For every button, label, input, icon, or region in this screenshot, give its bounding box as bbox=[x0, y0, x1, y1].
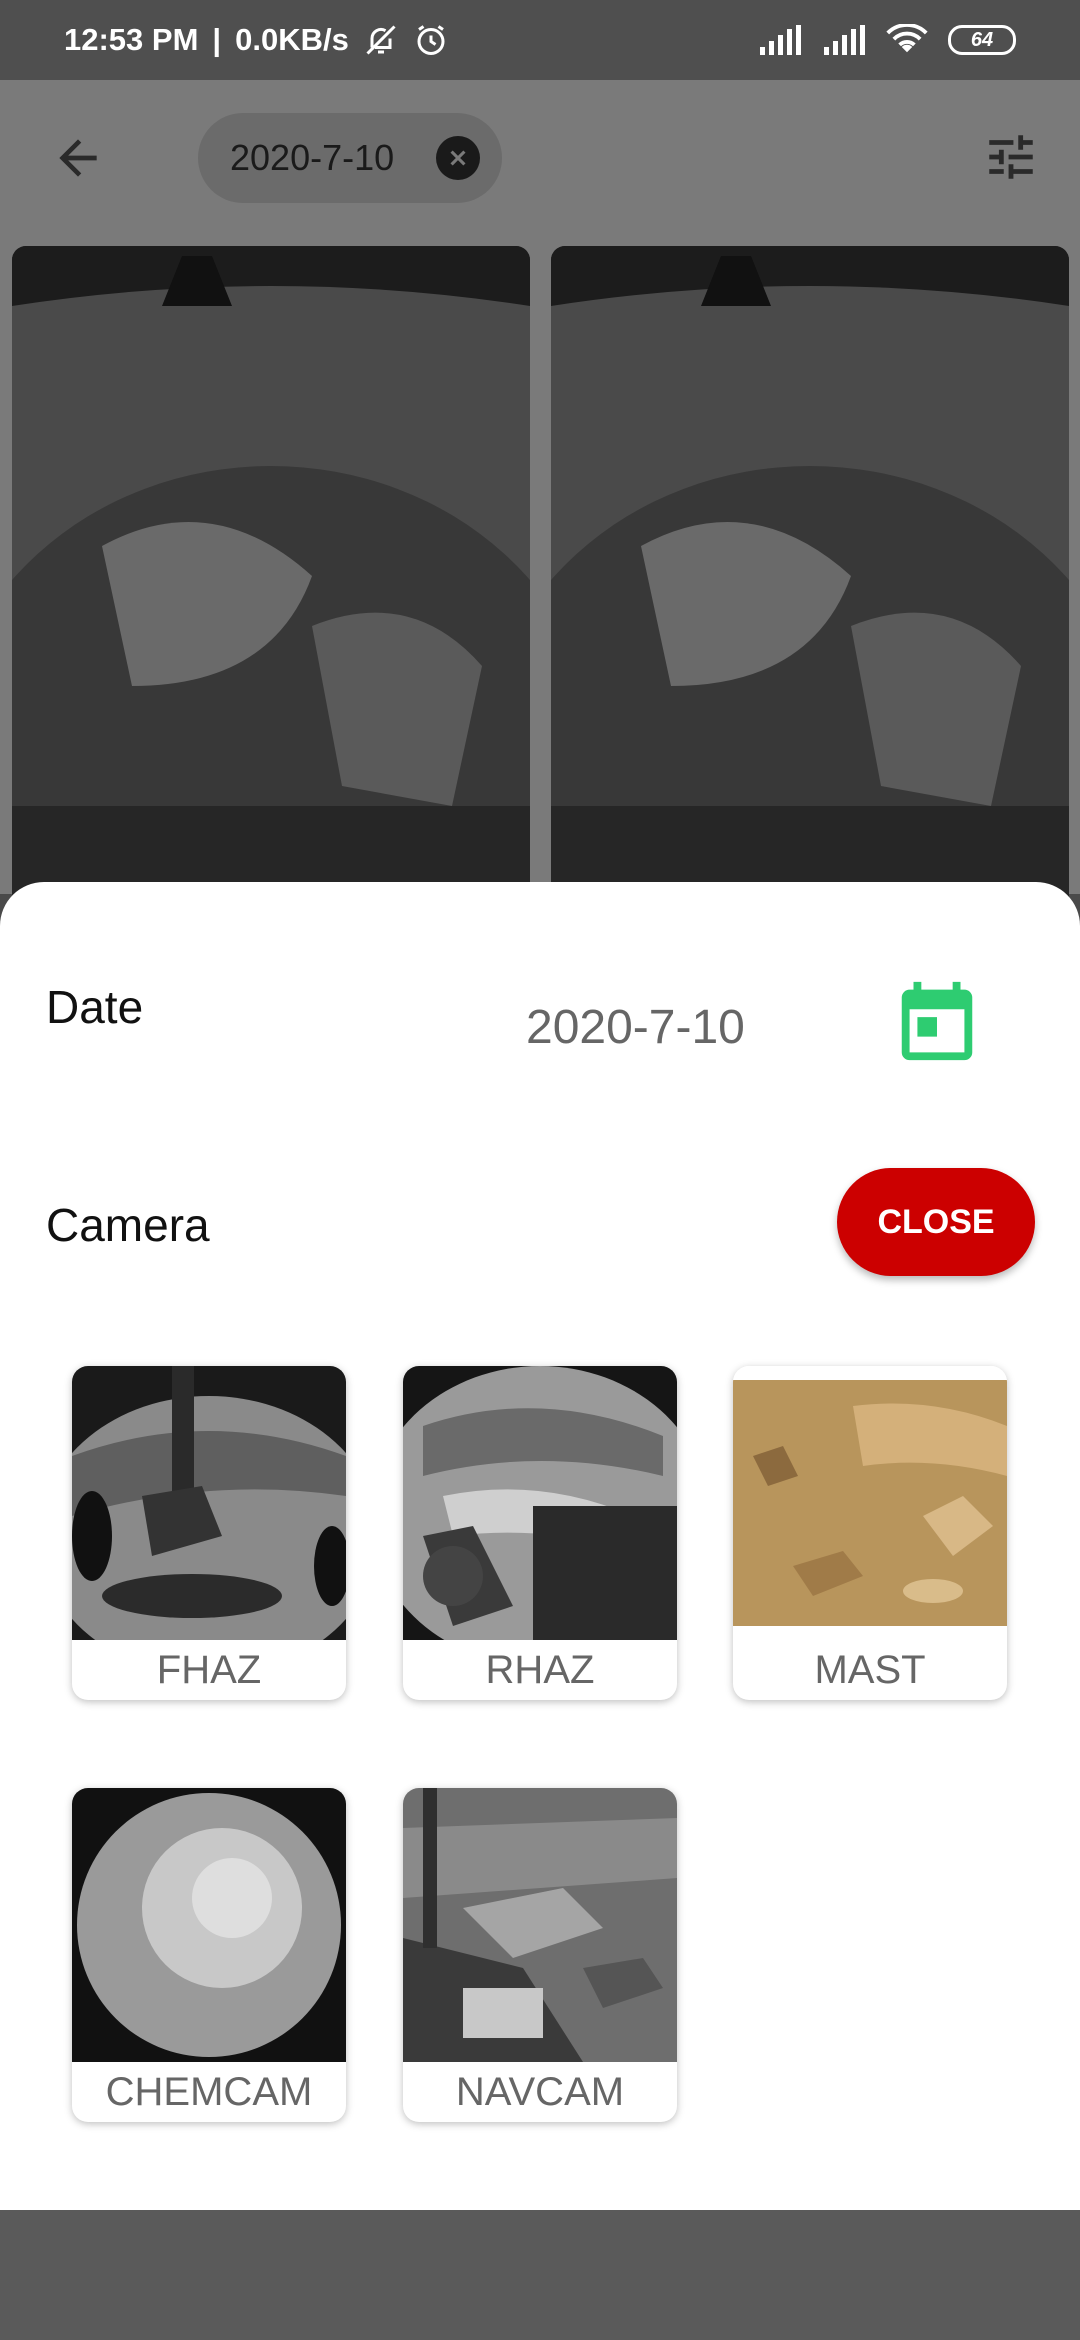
camera-thumbnail bbox=[403, 1366, 677, 1640]
camera-thumbnail bbox=[733, 1366, 1007, 1640]
system-nav-bar bbox=[0, 2210, 1080, 2340]
signal-icon-2 bbox=[824, 25, 865, 55]
camera-thumbnail bbox=[72, 1788, 346, 2062]
signal-icon bbox=[760, 25, 801, 55]
camera-label: Camera bbox=[46, 1199, 210, 1251]
calendar-icon[interactable] bbox=[890, 974, 984, 1068]
cancel-icon[interactable] bbox=[436, 136, 480, 180]
camera-card-rhaz[interactable]: RHAZ bbox=[403, 1366, 677, 1700]
filter-bottom-sheet: Date 2020-7-10 Camera CLOSE FHAZ RHAZ MA… bbox=[0, 882, 1080, 2210]
app-bar: 2020-7-10 bbox=[0, 80, 1080, 234]
camera-name: NAVCAM bbox=[455, 2069, 625, 2114]
battery-level: 64 bbox=[970, 28, 994, 51]
photo-grid bbox=[0, 234, 1080, 926]
date-filter-chip[interactable]: 2020-7-10 bbox=[198, 113, 502, 203]
status-time: 12:53 PM bbox=[64, 22, 199, 57]
wifi-icon bbox=[886, 24, 928, 53]
close-button[interactable]: CLOSE bbox=[837, 1168, 1035, 1276]
mute-bell-icon bbox=[366, 25, 396, 55]
camera-card-fhaz[interactable]: FHAZ bbox=[72, 1366, 346, 1700]
camera-name: MAST bbox=[814, 1647, 926, 1692]
camera-name: FHAZ bbox=[156, 1647, 262, 1692]
rover-photo[interactable] bbox=[12, 246, 530, 926]
battery-indicator: 64 bbox=[948, 25, 1016, 55]
camera-card-mast[interactable]: MAST bbox=[733, 1366, 1007, 1700]
chip-label: 2020-7-10 bbox=[230, 137, 395, 178]
camera-thumbnail bbox=[72, 1366, 346, 1640]
status-bar: 12:53 PM | 0.0KB/s 64 bbox=[0, 0, 1080, 80]
camera-thumbnail bbox=[403, 1788, 677, 2062]
camera-card-chemcam[interactable]: CHEMCAM bbox=[72, 1788, 346, 2122]
camera-name: RHAZ bbox=[485, 1647, 595, 1692]
alarm-clock-icon bbox=[417, 25, 445, 55]
network-speed: 0.0KB/s bbox=[235, 22, 349, 57]
camera-card-navcam[interactable]: NAVCAM bbox=[403, 1788, 677, 2122]
rover-photo[interactable] bbox=[551, 246, 1069, 926]
date-value[interactable]: 2020-7-10 bbox=[526, 1000, 745, 1055]
tune-icon[interactable] bbox=[982, 128, 1040, 186]
camera-name: CHEMCAM bbox=[105, 2069, 313, 2114]
date-label: Date bbox=[46, 981, 144, 1033]
status-separator: | bbox=[212, 22, 222, 57]
arrow-back-icon[interactable] bbox=[50, 130, 106, 186]
